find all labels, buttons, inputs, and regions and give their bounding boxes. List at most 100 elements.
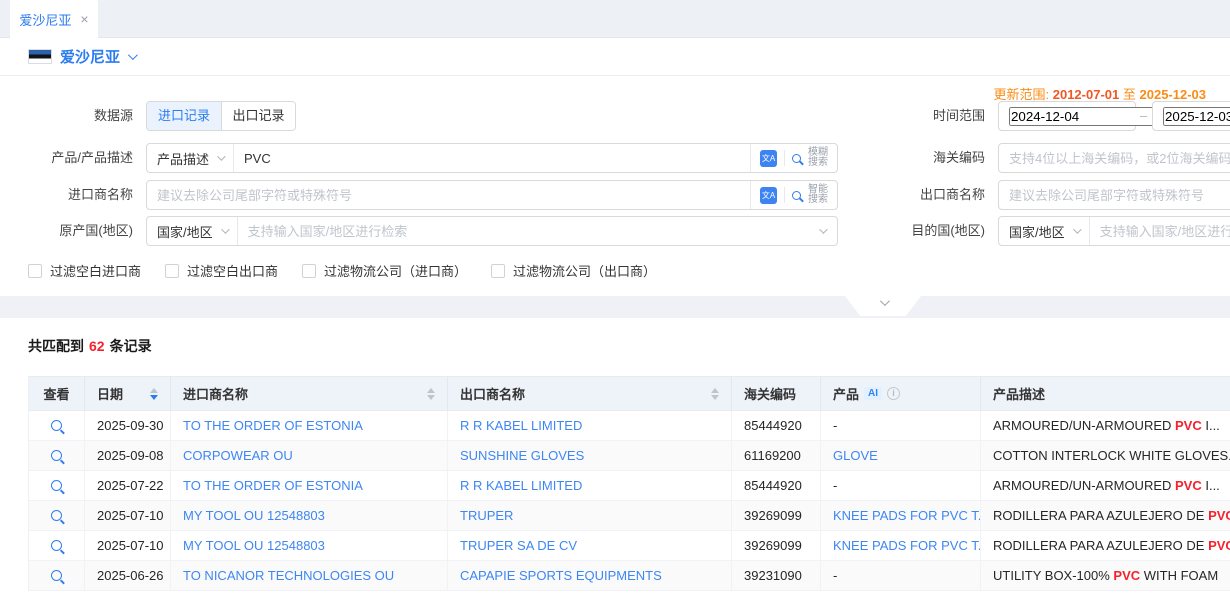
exporter-label: 出口商名称 xyxy=(880,180,985,210)
importer-link[interactable]: MY TOOL OU 12548803 xyxy=(183,538,325,553)
exporter-link[interactable]: R R KABEL LIMITED xyxy=(460,478,582,493)
view-record-icon[interactable] xyxy=(51,450,62,461)
info-icon[interactable]: i xyxy=(887,387,900,400)
tab-bar: 爱沙尼亚 × xyxy=(0,0,1230,38)
exporter-link[interactable]: TRUPER xyxy=(460,508,513,523)
chevron-down-icon xyxy=(879,296,889,306)
translate-icon[interactable]: 文A xyxy=(760,150,777,167)
col-exporter[interactable]: 出口商名称 xyxy=(448,377,732,410)
start-date-input[interactable] xyxy=(998,101,1136,131)
date-cell: 2025-07-10 xyxy=(85,531,171,561)
tab-estonia[interactable]: 爱沙尼亚 × xyxy=(10,0,98,38)
chevron-down-icon xyxy=(217,152,225,160)
table-row: 2025-07-22 TO THE ORDER OF ESTONIA R R K… xyxy=(29,471,1230,501)
product-search-input[interactable] xyxy=(234,144,750,172)
destination-group: 国家/地区 xyxy=(998,216,1230,246)
export-records-toggle[interactable]: 出口记录 xyxy=(221,102,295,130)
view-record-icon[interactable] xyxy=(51,510,62,521)
sort-icon[interactable] xyxy=(150,388,158,400)
exporter-link[interactable]: SUNSHINE GLOVES xyxy=(460,448,584,463)
checkbox-filter-logistics-importer[interactable]: 过滤物流公司（进口商） xyxy=(302,261,467,280)
exporter-link[interactable]: TRUPER SA DE CV xyxy=(460,538,577,553)
col-hs-code: 海关编码 xyxy=(732,377,821,410)
product-link[interactable]: KNEE PADS FOR PVC T... xyxy=(833,508,981,523)
results-table: 查看 日期 进口商名称 出口商名称 海关编码 产品 AI i xyxy=(28,376,1230,591)
trade-data-page: 爱沙尼亚 × 爱沙尼亚 更新范围: 2012-07-01 至 2025-12-0… xyxy=(0,0,1230,594)
country-title[interactable]: 爱沙尼亚 xyxy=(60,46,120,67)
product-label: 产品/产品描述 xyxy=(20,143,133,173)
tab-close-icon[interactable]: × xyxy=(80,11,88,27)
table-row: 2025-09-30 TO THE ORDER OF ESTONIA R R K… xyxy=(29,411,1230,441)
table-row: 2025-06-26 TO NICANOR TECHNOLOGIES OU CA… xyxy=(29,561,1230,591)
product-link[interactable]: KNEE PADS FOR PVC T... xyxy=(833,538,981,553)
importer-link[interactable]: CORPOWEAR OU xyxy=(183,448,293,463)
checkbox-icon[interactable] xyxy=(28,264,42,278)
hs-code-cell: 39269099 xyxy=(732,501,821,531)
origin-input[interactable] xyxy=(238,217,819,245)
chevron-down-icon xyxy=(221,225,229,233)
view-cell[interactable] xyxy=(29,471,85,501)
importer-input[interactable] xyxy=(147,181,750,209)
destination-type-select[interactable]: 国家/地区 xyxy=(999,217,1090,245)
checkbox-filter-blank-exporter[interactable]: 过滤空白出口商 xyxy=(165,261,278,280)
view-cell[interactable] xyxy=(29,441,85,471)
col-importer[interactable]: 进口商名称 xyxy=(171,377,448,410)
sort-icon[interactable] xyxy=(711,388,719,400)
hs-code-cell: 39231090 xyxy=(732,561,821,591)
search-icon[interactable] xyxy=(792,191,801,200)
destination-input[interactable] xyxy=(1090,217,1230,245)
checkbox-filter-blank-importer[interactable]: 过滤空白进口商 xyxy=(28,261,141,280)
chevron-down-icon[interactable] xyxy=(128,50,138,60)
importer-link[interactable]: MY TOOL OU 12548803 xyxy=(183,508,325,523)
view-cell[interactable] xyxy=(29,501,85,531)
results-summary: 共匹配到62条记录 xyxy=(28,336,152,356)
view-cell[interactable] xyxy=(29,411,85,441)
import-records-toggle[interactable]: 进口记录 xyxy=(147,102,221,130)
view-cell[interactable] xyxy=(29,561,85,591)
view-record-icon[interactable] xyxy=(51,540,62,551)
product-type-select[interactable]: 产品描述 xyxy=(147,144,234,172)
product-search-group: 产品描述 文A 模糊 搜索 xyxy=(146,143,838,173)
translate-icon[interactable]: 文A xyxy=(760,187,777,204)
col-date[interactable]: 日期 xyxy=(85,377,171,410)
product-link[interactable]: GLOVE xyxy=(833,448,878,463)
checkbox-icon[interactable] xyxy=(165,264,179,278)
checkbox-icon[interactable] xyxy=(302,264,316,278)
checkbox-filter-logistics-exporter[interactable]: 过滤物流公司（出口商） xyxy=(491,261,656,280)
importer-link[interactable]: TO THE ORDER OF ESTONIA xyxy=(183,478,363,493)
hs-code-cell: 39269099 xyxy=(732,531,821,561)
search-icon[interactable] xyxy=(792,154,801,163)
origin-type-select[interactable]: 国家/地区 xyxy=(147,217,238,245)
sort-icon[interactable] xyxy=(427,388,435,400)
exporter-link[interactable]: R R KABEL LIMITED xyxy=(460,418,582,433)
end-date-field[interactable] xyxy=(1163,107,1230,126)
col-product: 产品 AI i xyxy=(821,377,981,410)
date-range-separator: – xyxy=(1140,101,1147,131)
exporter-input[interactable] xyxy=(999,181,1230,209)
collapse-panel-toggle[interactable] xyxy=(845,296,921,316)
view-record-icon[interactable] xyxy=(51,420,62,431)
update-range-to-word: 至 xyxy=(1123,87,1136,102)
data-source-toggle: 进口记录 出口记录 xyxy=(146,101,296,131)
date-cell: 2025-07-22 xyxy=(85,471,171,501)
hs-code-input[interactable] xyxy=(999,144,1230,172)
end-date-input[interactable] xyxy=(1152,101,1230,131)
update-range-label: 更新范围: xyxy=(993,87,1049,102)
view-record-icon[interactable] xyxy=(51,480,62,491)
checkbox-icon[interactable] xyxy=(491,264,505,278)
view-record-icon[interactable] xyxy=(51,570,62,581)
exporter-link[interactable]: CAPAPIE SPORTS EQUIPMENTS xyxy=(460,568,662,583)
fuzzy-search-toggle[interactable]: 模糊 搜索 xyxy=(808,148,828,168)
results-count: 62 xyxy=(84,338,110,354)
hs-code-cell: 61169200 xyxy=(732,441,821,471)
chevron-down-icon[interactable] xyxy=(819,225,827,233)
importer-tools: 文A 智能 搜索 xyxy=(750,181,837,209)
importer-label: 进口商名称 xyxy=(20,180,133,210)
product-cell: - xyxy=(821,471,981,501)
smart-search-toggle[interactable]: 智能 搜索 xyxy=(808,185,828,205)
view-cell[interactable] xyxy=(29,531,85,561)
importer-link[interactable]: TO NICANOR TECHNOLOGIES OU xyxy=(183,568,394,583)
importer-link[interactable]: TO THE ORDER OF ESTONIA xyxy=(183,418,363,433)
origin-group: 国家/地区 xyxy=(146,216,838,246)
col-product-desc: 产品描述 xyxy=(981,377,1230,410)
